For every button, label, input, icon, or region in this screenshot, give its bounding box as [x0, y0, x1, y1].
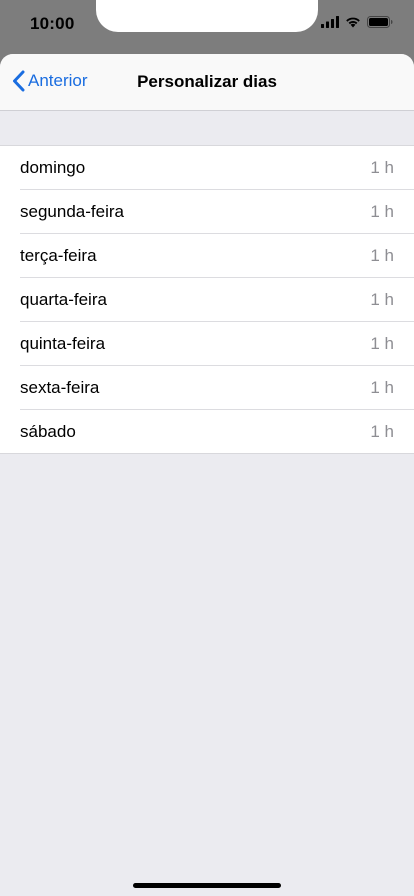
list-item-sabado[interactable]: sábado 1 h [20, 409, 414, 453]
page-title: Personalizar dias [137, 72, 277, 91]
day-label: quinta-feira [20, 333, 106, 353]
list-item-segunda-feira[interactable]: segunda-feira 1 h [20, 189, 414, 233]
day-label: segunda-feira [20, 201, 124, 221]
day-duration: 1 h [370, 157, 394, 177]
home-indicator[interactable] [133, 883, 281, 888]
day-duration: 1 h [370, 201, 394, 221]
navigation-bar: Anterior Personalizar dias [0, 54, 414, 111]
status-bar: 10:00 [0, 0, 414, 48]
day-label: quarta-feira [20, 289, 107, 309]
list-item-quarta-feira[interactable]: quarta-feira 1 h [20, 277, 414, 321]
status-icons [321, 16, 393, 28]
settings-screen: Anterior Personalizar dias domingo 1 h s… [0, 54, 414, 896]
notch [96, 0, 318, 32]
days-list: domingo 1 h segunda-feira 1 h terça-feir… [0, 145, 414, 454]
day-label: sexta-feira [20, 377, 100, 397]
cellular-signal-icon [321, 16, 339, 28]
list-item-terca-feira[interactable]: terça-feira 1 h [20, 233, 414, 277]
day-duration: 1 h [370, 289, 394, 309]
day-label: domingo [20, 157, 86, 177]
status-time: 10:00 [30, 14, 75, 33]
day-label: sábado [20, 421, 76, 441]
battery-icon [367, 16, 393, 28]
day-duration: 1 h [370, 421, 394, 441]
day-duration: 1 h [370, 245, 394, 265]
wifi-icon [346, 17, 360, 28]
list-item-sexta-feira[interactable]: sexta-feira 1 h [20, 365, 414, 409]
device-frame: 10:00 Anterior Personalizar dias domingo… [0, 0, 414, 896]
list-item-quinta-feira[interactable]: quinta-feira 1 h [20, 321, 414, 365]
day-label: terça-feira [20, 245, 97, 265]
day-duration: 1 h [370, 333, 394, 353]
day-duration: 1 h [370, 377, 394, 397]
list-item-domingo[interactable]: domingo 1 h [0, 146, 414, 189]
